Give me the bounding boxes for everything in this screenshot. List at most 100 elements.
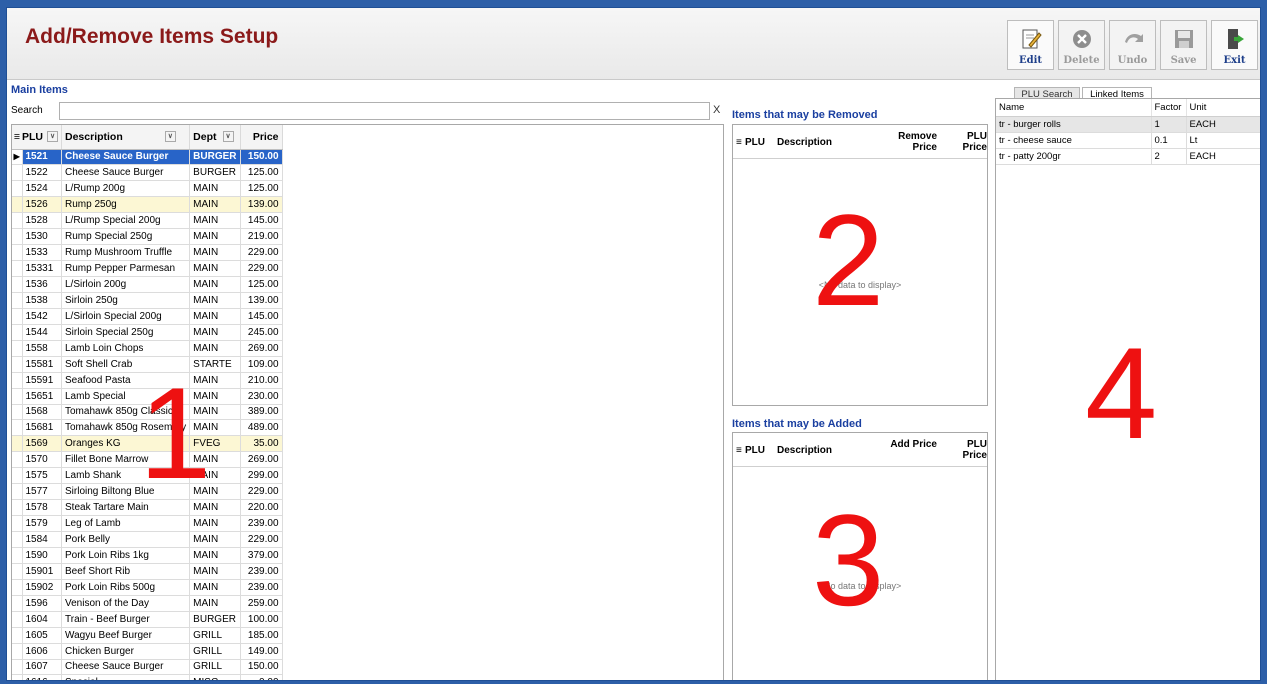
cell-plu: 1533: [22, 244, 62, 262]
save-button[interactable]: Save: [1160, 20, 1207, 70]
linked-col-name[interactable]: Name: [996, 99, 1152, 117]
cell-plu: 1579: [22, 515, 62, 532]
added-col-plu-price[interactable]: PLU Price: [947, 439, 987, 461]
search-input[interactable]: [59, 102, 710, 120]
cell-price: 229.00: [240, 244, 283, 262]
table-row[interactable]: 1544 Sirloin Special 250g MAIN 245.00: [12, 324, 283, 341]
column-header-description[interactable]: Description ∨: [61, 125, 191, 150]
linked-item-row[interactable]: tr - patty 200gr 2 EACH: [996, 148, 1260, 165]
cell-description: Rump Pepper Parmesan: [61, 260, 191, 277]
removed-col-description[interactable]: Description: [777, 137, 832, 148]
table-row[interactable]: 1568 Tomahawk 850g Classic MAIN 389.00: [12, 404, 283, 421]
table-row[interactable]: 1530 Rump Special 250g MAIN 219.00: [12, 228, 283, 246]
cell-dept: MAIN: [189, 579, 241, 596]
column-chooser-icon[interactable]: ≡: [736, 445, 742, 456]
cell-dept: BURGER: [189, 164, 241, 182]
cell-plu: 1596: [22, 595, 62, 612]
table-row[interactable]: 1607 Cheese Sauce Burger GRILL 150.00: [12, 659, 283, 676]
removed-col-plu[interactable]: PLU: [745, 137, 765, 148]
table-row[interactable]: 15331 Rump Pepper Parmesan MAIN 229.00: [12, 260, 283, 277]
linked-item-row[interactable]: tr - cheese sauce 0.1 Lt: [996, 132, 1260, 149]
table-row[interactable]: 1579 Leg of Lamb MAIN 239.00: [12, 515, 283, 532]
cell-description: Venison of the Day: [61, 595, 191, 612]
undo-button[interactable]: Undo: [1109, 20, 1156, 70]
cell-description: Rump Mushroom Truffle: [61, 244, 191, 262]
table-row[interactable]: 15651 Lamb Special MAIN 230.00: [12, 388, 283, 405]
column-header-price[interactable]: Price: [240, 125, 283, 150]
cell-dept: MAIN: [189, 308, 241, 325]
cell-description: Lamb Shank: [61, 467, 191, 485]
row-indicator: [12, 531, 23, 548]
filter-icon[interactable]: ∨: [47, 131, 58, 143]
search-clear-button[interactable]: X: [713, 104, 720, 116]
save-icon: [1171, 26, 1197, 52]
cell-price: 239.00: [240, 579, 283, 596]
row-indicator: [12, 292, 23, 309]
table-row[interactable]: 1528 L/Rump Special 200g MAIN 145.00: [12, 212, 283, 230]
table-row[interactable]: 1558 Lamb Loin Chops MAIN 269.00: [12, 340, 283, 357]
cell-description: Oranges KG: [61, 435, 191, 453]
column-chooser-icon[interactable]: ≡: [12, 125, 22, 150]
delete-button[interactable]: Delete: [1058, 20, 1105, 70]
table-row[interactable]: 1533 Rump Mushroom Truffle MAIN 229.00: [12, 244, 283, 262]
main-items-header-row: ≡ PLU ∨ Description ∨ Dept ∨ Price: [12, 125, 283, 150]
cell-plu: 15651: [22, 388, 62, 405]
column-header-dept[interactable]: Dept ∨: [189, 125, 241, 150]
table-row[interactable]: 1569 Oranges KG FVEG 35.00: [12, 435, 283, 453]
table-row[interactable]: 1570 Fillet Bone Marrow MAIN 269.00: [12, 451, 283, 469]
table-row[interactable]: 1577 Sirloing Biltong Blue MAIN 229.00: [12, 483, 283, 501]
cell-description: L/Sirloin 200g: [61, 276, 191, 293]
linked-item-row[interactable]: tr - burger rolls 1 EACH: [996, 116, 1260, 133]
cell-dept: GRILL: [189, 643, 241, 660]
table-row[interactable]: 15581 Soft Shell Crab STARTE 109.00: [12, 356, 283, 373]
table-row[interactable]: 1584 Pork Belly MAIN 229.00: [12, 531, 283, 548]
cell-price: 210.00: [240, 372, 283, 389]
column-chooser-icon[interactable]: ≡: [736, 137, 742, 148]
table-row[interactable]: 1596 Venison of the Day MAIN 259.00: [12, 595, 283, 612]
edit-button[interactable]: Edit: [1007, 20, 1054, 70]
row-indicator: [12, 260, 23, 277]
table-row[interactable]: 15901 Beef Short Rib MAIN 239.00: [12, 563, 283, 580]
filter-icon[interactable]: ∨: [222, 131, 234, 143]
cell-plu: 15591: [22, 372, 62, 389]
table-row[interactable]: 1590 Pork Loin Ribs 1kg MAIN 379.00: [12, 547, 283, 564]
removed-col-remove-price[interactable]: Remove Price: [887, 131, 937, 153]
cell-price: 219.00: [240, 228, 283, 246]
exit-door-icon: [1222, 26, 1248, 52]
table-row[interactable]: 1522 Cheese Sauce Burger BURGER 125.00: [12, 164, 283, 182]
exit-button[interactable]: Exit: [1211, 20, 1258, 70]
added-col-description[interactable]: Description: [777, 445, 832, 456]
table-row[interactable]: 15902 Pork Loin Ribs 500g MAIN 239.00: [12, 579, 283, 596]
removed-items-grid: ≡ PLU Description Remove Price PLU Price…: [732, 124, 988, 406]
cell-plu: 1604: [22, 611, 62, 628]
column-header-plu[interactable]: PLU ∨: [22, 125, 62, 150]
cell-price: 145.00: [240, 212, 283, 230]
added-col-plu[interactable]: PLU: [745, 445, 765, 456]
linked-col-factor[interactable]: Factor: [1151, 99, 1187, 117]
page-title: Add/Remove Items Setup: [25, 25, 279, 48]
table-row[interactable]: 15681 Tomahawk 850g Rosemary MAIN 489.00: [12, 419, 283, 437]
linked-col-unit[interactable]: Unit: [1186, 99, 1260, 117]
table-row[interactable]: 1578 Steak Tartare Main MAIN 220.00: [12, 499, 283, 517]
removed-col-plu-price[interactable]: PLU Price: [947, 131, 987, 153]
table-row[interactable]: 1538 Sirloin 250g MAIN 139.00: [12, 292, 283, 309]
table-row[interactable]: 1605 Wagyu Beef Burger GRILL 185.00: [12, 627, 283, 644]
cell-dept: MAIN: [189, 547, 241, 564]
edit-icon: [1018, 26, 1044, 52]
table-row[interactable]: 1575 Lamb Shank MAIN 299.00: [12, 467, 283, 485]
table-row[interactable]: 1604 Train - Beef Burger BURGER 100.00: [12, 611, 283, 628]
table-row[interactable]: 1526 Rump 250g MAIN 139.00: [12, 196, 283, 214]
table-row[interactable]: 1536 L/Sirloin 200g MAIN 125.00: [12, 276, 283, 293]
cell-description: Soft Shell Crab: [61, 356, 191, 373]
added-col-add-price[interactable]: Add Price: [887, 439, 937, 450]
search-label: Search: [11, 105, 43, 116]
cell-dept: MAIN: [189, 196, 241, 214]
table-row[interactable]: ▶ 1521 Cheese Sauce Burger BURGER 150.00: [12, 149, 283, 166]
cell-plu: 1605: [22, 627, 62, 644]
table-row[interactable]: 1606 Chicken Burger GRILL 149.00: [12, 643, 283, 660]
table-row[interactable]: 1616SpecialMISC0.00: [12, 674, 283, 680]
filter-icon[interactable]: ∨: [164, 131, 176, 143]
table-row[interactable]: 1524 L/Rump 200g MAIN 125.00: [12, 180, 283, 198]
table-row[interactable]: 1542 L/Sirloin Special 200g MAIN 145.00: [12, 308, 283, 325]
table-row[interactable]: 15591 Seafood Pasta MAIN 210.00: [12, 372, 283, 389]
